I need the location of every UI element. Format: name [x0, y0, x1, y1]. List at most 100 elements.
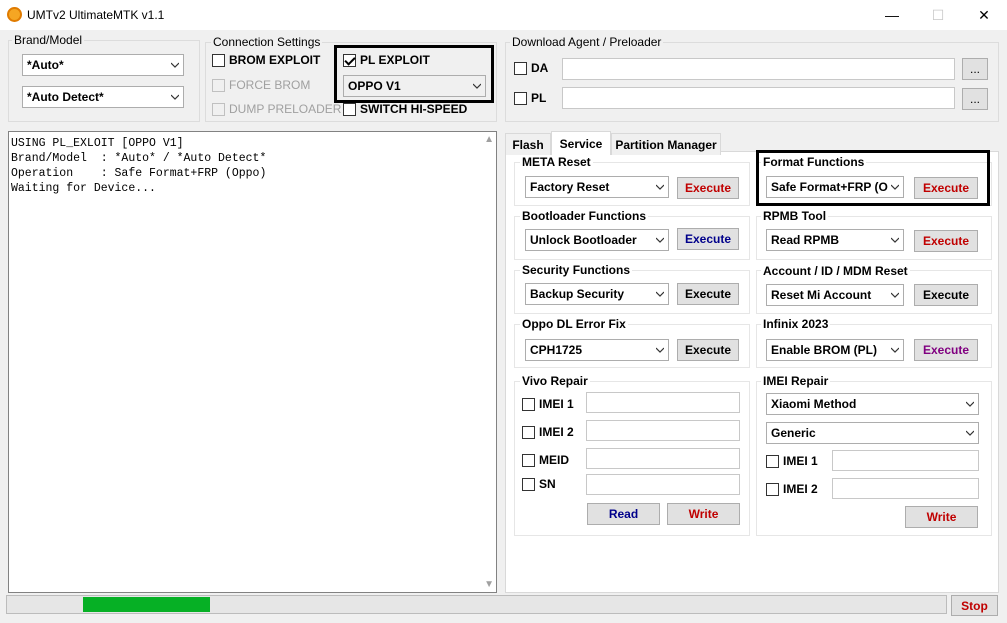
infinix-value: Enable BROM (PL) [771, 343, 878, 357]
vivo-imei2-field[interactable] [586, 420, 740, 441]
imei-method-select[interactable]: Xiaomi Method [766, 393, 979, 415]
checkbox-box[interactable] [766, 454, 779, 468]
vivo-imei1-field[interactable] [586, 392, 740, 413]
checkbox-box[interactable] [514, 91, 527, 105]
brand-select[interactable]: *Auto* [22, 54, 184, 76]
minimize-button[interactable]: — [869, 0, 915, 30]
security-value: Backup Security [530, 287, 625, 301]
scroll-up-icon[interactable]: ▲ [484, 134, 494, 145]
da-checkbox[interactable]: DA [514, 61, 548, 75]
chevron-down-icon [891, 347, 899, 353]
switch-hispeed-label: SWITCH HI-SPEED [360, 102, 468, 116]
brom-exploit-checkbox[interactable]: BROM EXPLOIT [212, 53, 320, 67]
meta-reset-label: META Reset [520, 155, 593, 169]
chevron-down-icon [891, 292, 899, 298]
imei-mode-select[interactable]: Generic [766, 422, 979, 444]
checkbox-box[interactable] [343, 102, 356, 116]
tab-service[interactable]: Service [551, 131, 611, 155]
da-browse-button[interactable]: ... [962, 58, 988, 80]
stop-button[interactable]: Stop [951, 595, 998, 616]
chevron-down-icon [171, 94, 179, 100]
vivo-read-button[interactable]: Read [587, 503, 660, 525]
progress-bar [6, 595, 947, 614]
vivo-meid-label: MEID [539, 453, 569, 467]
imei-repair-imei2-field[interactable] [832, 478, 979, 499]
oppo-dl-select[interactable]: CPH1725 [525, 339, 669, 361]
account-select[interactable]: Reset Mi Account [766, 284, 904, 306]
vivo-imei1-label: IMEI 1 [539, 397, 574, 411]
vivo-meid-field[interactable] [586, 448, 740, 469]
da-path-field[interactable] [562, 58, 955, 80]
progress-fill [83, 597, 210, 612]
brand-model-label: Brand/Model [12, 33, 85, 47]
vivo-imei1-checkbox[interactable]: IMEI 1 [522, 397, 574, 411]
checkbox-box[interactable] [522, 397, 535, 411]
account-execute-button[interactable]: Execute [914, 284, 978, 306]
security-execute-button[interactable]: Execute [677, 283, 739, 305]
chevron-down-icon [656, 184, 664, 190]
model-select-value: *Auto Detect* [27, 90, 104, 104]
checkbox-box[interactable] [522, 425, 535, 439]
rpmb-label: RPMB Tool [761, 209, 829, 223]
security-label: Security Functions [520, 263, 633, 277]
pl-path-field[interactable] [562, 87, 955, 109]
chevron-down-icon [656, 291, 664, 297]
meta-reset-value: Factory Reset [530, 180, 610, 194]
rpmb-execute-button[interactable]: Execute [914, 230, 978, 252]
chevron-down-icon [656, 237, 664, 243]
checkbox-box[interactable] [766, 482, 779, 496]
checkbox-box[interactable] [522, 477, 535, 491]
bootloader-select[interactable]: Unlock Bootloader [525, 229, 669, 251]
oppo-dl-value: CPH1725 [530, 343, 583, 357]
vivo-repair-label: Vivo Repair [520, 374, 590, 388]
vivo-sn-label: SN [539, 477, 556, 491]
switch-hispeed-checkbox[interactable]: SWITCH HI-SPEED [343, 102, 467, 116]
tab-partition-manager[interactable]: Partition Manager [611, 133, 721, 155]
pl-checkbox[interactable]: PL [514, 91, 546, 105]
checkbox-box[interactable] [514, 61, 527, 75]
infinix-execute-button[interactable]: Execute [914, 339, 978, 361]
imei-repair-imei1-checkbox[interactable]: IMEI 1 [766, 454, 818, 468]
security-select[interactable]: Backup Security [525, 283, 669, 305]
imei-repair-imei1-field[interactable] [832, 450, 979, 471]
vivo-sn-field[interactable] [586, 474, 740, 495]
checkbox-box[interactable] [212, 53, 225, 67]
meta-reset-select[interactable]: Factory Reset [525, 176, 669, 198]
chevron-down-icon [891, 237, 899, 243]
download-agent-label: Download Agent / Preloader [510, 35, 664, 49]
checkbox-box[interactable] [212, 78, 225, 92]
highlight-box [756, 150, 990, 206]
dump-preloader-checkbox[interactable]: DUMP PRELOADER [212, 102, 341, 116]
close-button[interactable]: ✕ [961, 0, 1007, 30]
model-select[interactable]: *Auto Detect* [22, 86, 184, 108]
log-text: USING PL_EXLOIT [OPPO V1] Brand/Model : … [11, 137, 267, 195]
vivo-meid-checkbox[interactable]: MEID [522, 453, 569, 467]
app-icon [7, 7, 22, 22]
vivo-sn-checkbox[interactable]: SN [522, 477, 556, 491]
chevron-down-icon [966, 430, 974, 436]
scroll-down-icon[interactable]: ▼ [484, 579, 494, 590]
imei-repair-imei1-label: IMEI 1 [783, 454, 818, 468]
checkbox-box[interactable] [522, 453, 535, 467]
infinix-label: Infinix 2023 [761, 317, 831, 331]
infinix-select[interactable]: Enable BROM (PL) [766, 339, 904, 361]
vivo-write-button[interactable]: Write [667, 503, 740, 525]
rpmb-select[interactable]: Read RPMB [766, 229, 904, 251]
imei-method-value: Xiaomi Method [771, 397, 857, 411]
imei-repair-imei2-checkbox[interactable]: IMEI 2 [766, 482, 818, 496]
meta-reset-execute-button[interactable]: Execute [677, 177, 739, 199]
download-agent-group [505, 42, 999, 122]
imei-repair-write-button[interactable]: Write [905, 506, 978, 528]
oppo-dl-execute-button[interactable]: Execute [677, 339, 739, 361]
log-output[interactable]: USING PL_EXLOIT [OPPO V1] Brand/Model : … [8, 131, 497, 593]
vivo-imei2-checkbox[interactable]: IMEI 2 [522, 425, 574, 439]
tab-flash[interactable]: Flash [505, 133, 551, 155]
maximize-button[interactable]: ☐ [915, 0, 961, 30]
chevron-down-icon [171, 62, 179, 68]
chevron-down-icon [656, 347, 664, 353]
imei-repair-label: IMEI Repair [761, 374, 831, 388]
bootloader-execute-button[interactable]: Execute [677, 228, 739, 250]
pl-browse-button[interactable]: ... [962, 88, 988, 110]
checkbox-box[interactable] [212, 102, 225, 116]
force-brom-checkbox[interactable]: FORCE BROM [212, 78, 310, 92]
